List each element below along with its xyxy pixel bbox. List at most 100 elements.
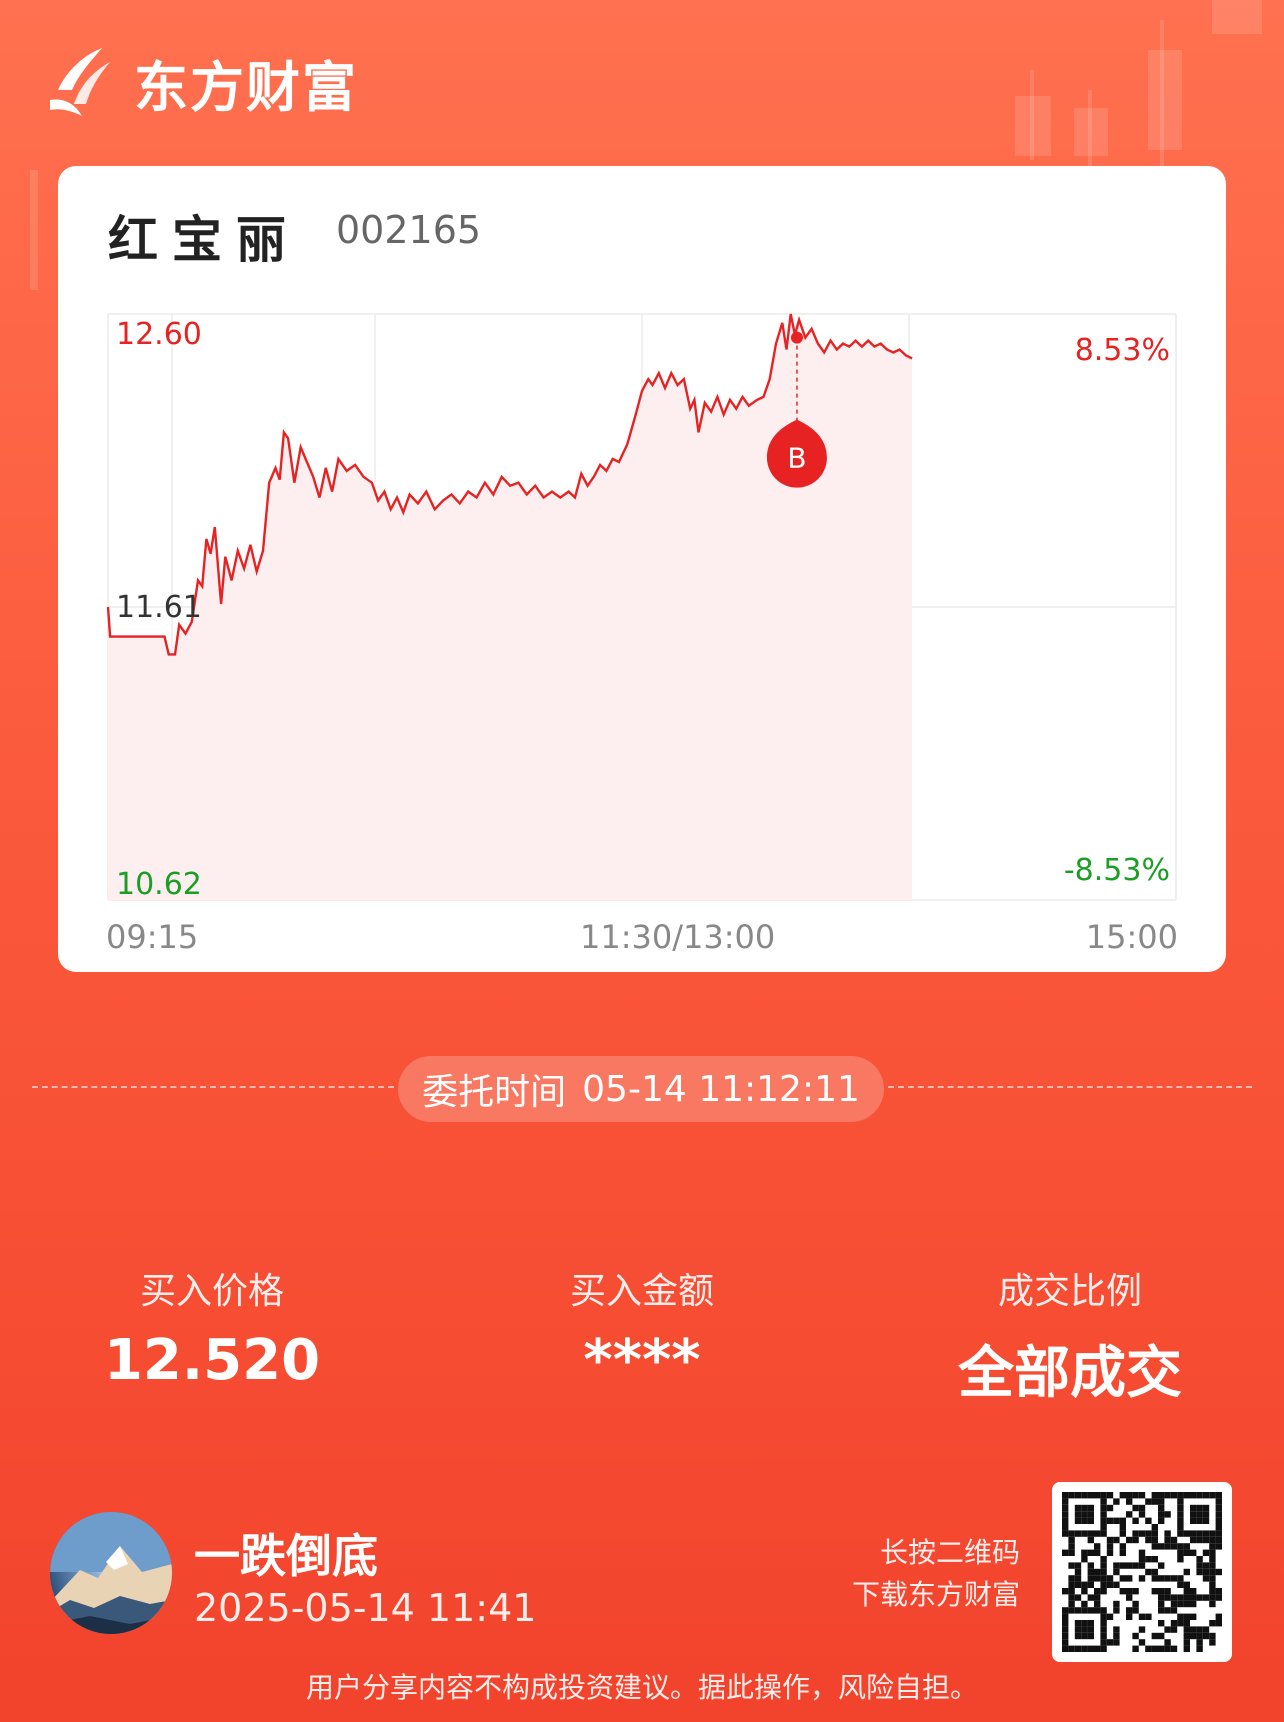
stat-label: 买入金额 bbox=[569, 1271, 714, 1312]
qr-hint-line1: 长按二维码 bbox=[879, 1536, 1020, 1569]
qr-module bbox=[1145, 1530, 1152, 1537]
order-time-pill: 委托时间 05-14 11:12:11 bbox=[398, 1056, 884, 1122]
divider-right bbox=[888, 1086, 1252, 1088]
qr-module bbox=[1094, 1588, 1101, 1595]
qr-module bbox=[1138, 1556, 1146, 1563]
qr-module bbox=[1113, 1536, 1120, 1544]
qr-module bbox=[1087, 1530, 1094, 1537]
qr-module bbox=[1183, 1613, 1190, 1620]
qr-module bbox=[1119, 1562, 1126, 1569]
qr-code-icon[interactable] bbox=[1052, 1482, 1232, 1662]
qr-module bbox=[1068, 1594, 1075, 1601]
qr-module bbox=[1113, 1626, 1120, 1633]
qr-module bbox=[1081, 1517, 1088, 1524]
qr-module bbox=[1209, 1543, 1216, 1550]
qr-module bbox=[1081, 1607, 1088, 1614]
stat-value: 12.520 bbox=[103, 1328, 321, 1393]
eastmoney-logo-icon bbox=[50, 48, 110, 116]
qr-module bbox=[1215, 1588, 1222, 1595]
qr-module bbox=[1094, 1568, 1101, 1576]
y-tick-high: 12.60 bbox=[116, 317, 202, 352]
qr-module bbox=[1074, 1517, 1082, 1524]
x-tick-close: 15:00 bbox=[1085, 918, 1178, 956]
qr-code-pattern bbox=[1062, 1492, 1222, 1652]
qr-module bbox=[1196, 1645, 1203, 1652]
qr-module bbox=[1158, 1607, 1165, 1614]
qr-module bbox=[1062, 1498, 1069, 1505]
qr-module bbox=[1183, 1600, 1190, 1608]
qr-module bbox=[1209, 1549, 1216, 1556]
qr-module bbox=[1062, 1645, 1069, 1652]
qr-module bbox=[1132, 1562, 1139, 1569]
qr-module bbox=[1138, 1613, 1146, 1620]
qr-module bbox=[1132, 1530, 1139, 1537]
qr-module bbox=[1074, 1620, 1082, 1627]
qr-module bbox=[1062, 1511, 1069, 1518]
qr-module bbox=[1087, 1626, 1094, 1633]
qr-module bbox=[1113, 1562, 1120, 1569]
qr-module bbox=[1113, 1632, 1120, 1640]
qr-module bbox=[1119, 1492, 1126, 1499]
qr-module bbox=[1062, 1588, 1069, 1595]
qr-module bbox=[1138, 1575, 1146, 1582]
qr-module bbox=[1126, 1594, 1133, 1601]
qr-module bbox=[1151, 1524, 1158, 1531]
qr-module bbox=[1196, 1568, 1203, 1576]
qr-module bbox=[1062, 1632, 1069, 1640]
stat-label: 成交比例 bbox=[997, 1271, 1142, 1312]
qr-module bbox=[1132, 1492, 1139, 1499]
qr-module bbox=[1100, 1620, 1107, 1627]
qr-module bbox=[1209, 1492, 1216, 1499]
qr-module bbox=[1190, 1504, 1197, 1512]
qr-module bbox=[1190, 1600, 1197, 1608]
qr-module bbox=[1209, 1588, 1216, 1595]
qr-module bbox=[1132, 1517, 1139, 1524]
qr-module bbox=[1202, 1594, 1210, 1601]
qr-module bbox=[1100, 1492, 1107, 1499]
qr-module bbox=[1106, 1613, 1114, 1620]
qr-module bbox=[1087, 1568, 1094, 1576]
qr-module bbox=[1138, 1504, 1146, 1512]
qr-module bbox=[1202, 1492, 1210, 1499]
qr-module bbox=[1100, 1524, 1107, 1531]
qr-module bbox=[1183, 1530, 1190, 1537]
qr-module bbox=[1190, 1517, 1197, 1524]
mountain-avatar[interactable] bbox=[50, 1512, 172, 1634]
qr-module bbox=[1106, 1492, 1114, 1499]
qr-module bbox=[1094, 1645, 1101, 1652]
qr-module bbox=[1183, 1620, 1190, 1627]
qr-module bbox=[1215, 1620, 1222, 1627]
qr-module bbox=[1106, 1536, 1114, 1544]
qr-module bbox=[1132, 1632, 1139, 1640]
qr-module bbox=[1081, 1632, 1088, 1640]
qr-module bbox=[1126, 1498, 1133, 1505]
qr-module bbox=[1132, 1600, 1139, 1608]
intraday-chart: B 12.60 11.61 10.62 8.53% -8.53% bbox=[106, 313, 1177, 902]
qr-module bbox=[1196, 1536, 1203, 1544]
qr-module bbox=[1094, 1607, 1101, 1614]
qr-module bbox=[1145, 1645, 1152, 1652]
qr-module bbox=[1164, 1639, 1171, 1646]
qr-module bbox=[1158, 1492, 1165, 1499]
qr-module bbox=[1183, 1549, 1190, 1556]
qr-module bbox=[1183, 1588, 1190, 1595]
qr-module bbox=[1215, 1594, 1222, 1601]
qr-module bbox=[1081, 1588, 1088, 1595]
qr-module bbox=[1151, 1492, 1158, 1499]
qr-module bbox=[1183, 1632, 1190, 1640]
qr-module bbox=[1196, 1632, 1203, 1640]
qr-module bbox=[1132, 1607, 1139, 1614]
qr-module bbox=[1183, 1581, 1190, 1588]
qr-module bbox=[1158, 1562, 1165, 1569]
stat-buy-price: 买入价格 12.520 bbox=[62, 1262, 362, 1393]
qr-module bbox=[1145, 1556, 1152, 1563]
qr-module bbox=[1202, 1517, 1210, 1524]
qr-module bbox=[1170, 1575, 1178, 1582]
qr-module bbox=[1087, 1575, 1094, 1582]
qr-module bbox=[1100, 1517, 1107, 1524]
qr-module bbox=[1138, 1549, 1146, 1556]
qr-module bbox=[1183, 1492, 1190, 1499]
disclaimer: 用户分享内容不构成投资建议。据此操作，风险自担。 bbox=[305, 1671, 978, 1704]
qr-module bbox=[1215, 1498, 1222, 1505]
qr-module bbox=[1151, 1530, 1158, 1537]
